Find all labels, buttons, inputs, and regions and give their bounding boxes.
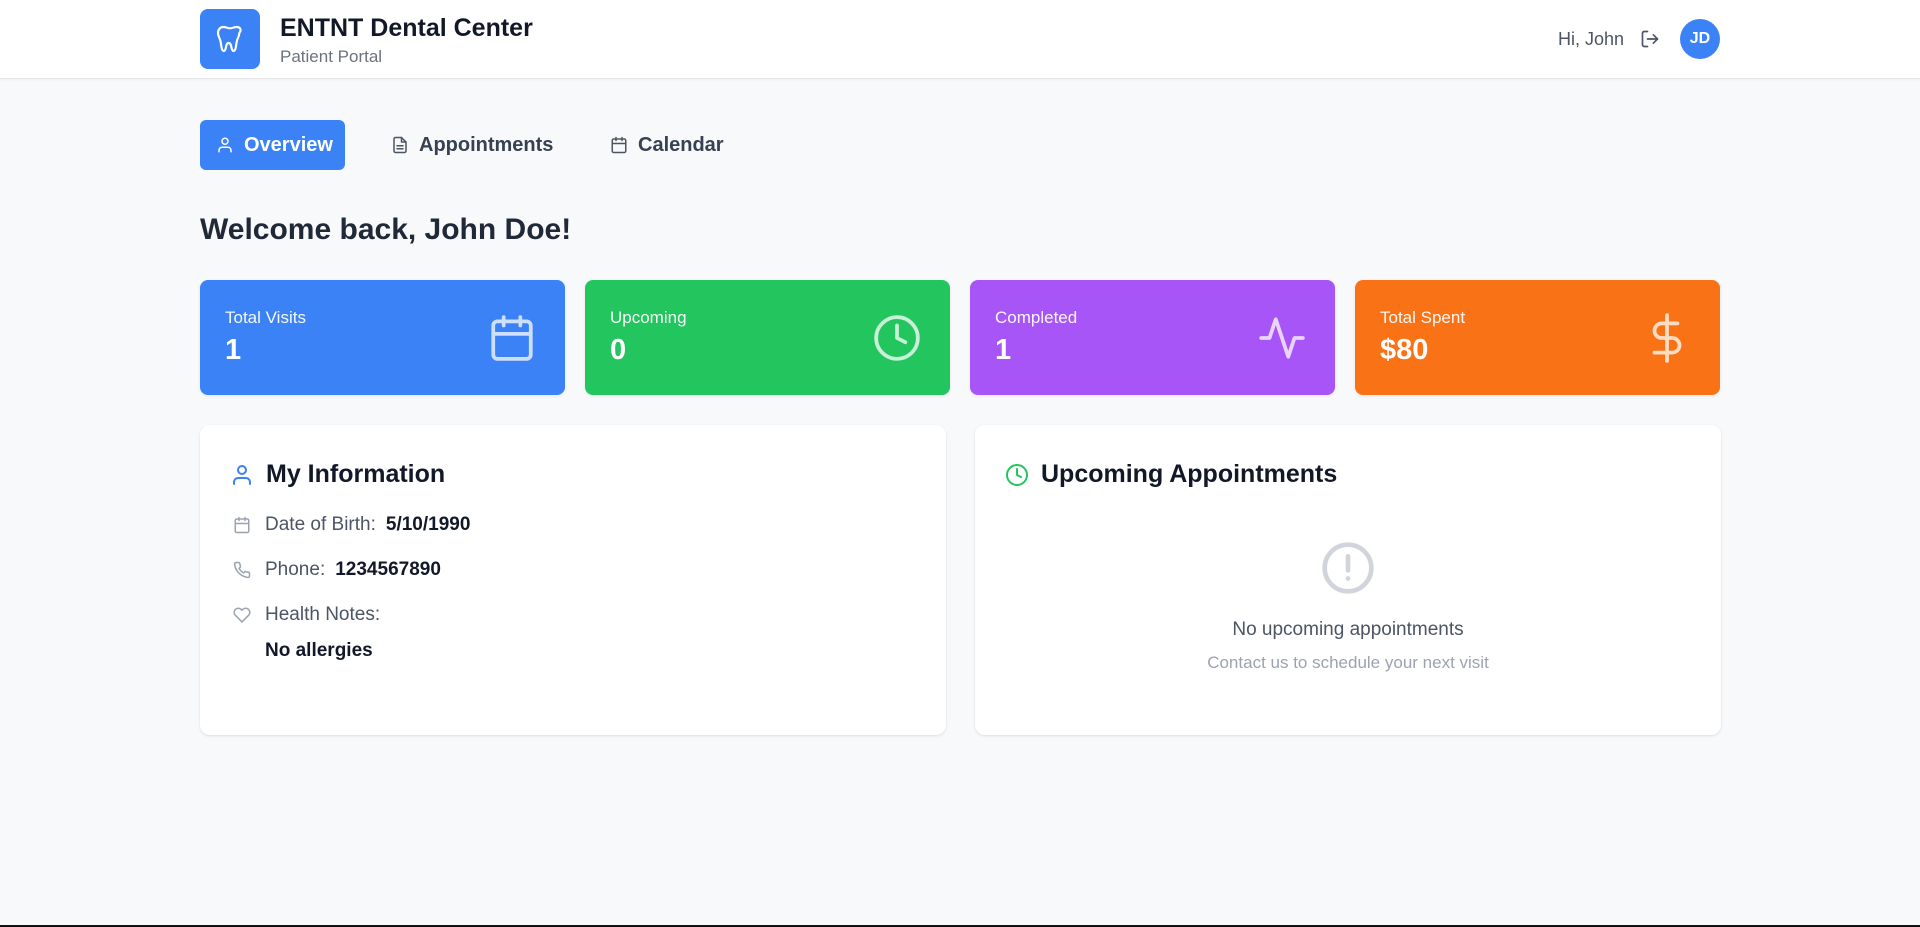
stat-label: Total Visits xyxy=(225,308,306,327)
dob-label: Date of Birth: xyxy=(265,514,376,535)
logout-icon xyxy=(1641,30,1659,48)
stat-label: Upcoming xyxy=(610,308,687,327)
tooth-icon xyxy=(216,25,242,53)
stat-card-total-spent: Total Spent $80 xyxy=(1355,280,1720,395)
stat-card-upcoming: Upcoming 0 xyxy=(585,280,950,395)
empty-state-title: No upcoming appointments xyxy=(1232,619,1464,640)
phone-row: Phone: 1234567890 xyxy=(230,558,441,582)
phone-icon xyxy=(230,558,254,582)
my-information-card: My Information Date of Birth: 5/10/1990 … xyxy=(200,425,946,735)
clock-icon xyxy=(1006,463,1028,486)
logo xyxy=(200,9,260,69)
user-greeting: Hi, John xyxy=(1558,29,1625,49)
phone-value: 1234567890 xyxy=(335,559,441,580)
phone-label: Phone: xyxy=(265,559,326,580)
calendar-icon xyxy=(230,513,254,537)
dollar-icon xyxy=(1652,313,1682,363)
user-icon xyxy=(233,464,251,485)
clock-icon xyxy=(874,315,920,361)
stat-card-total-visits: Total Visits 1 xyxy=(200,280,565,395)
tab-overview[interactable]: Overview xyxy=(200,120,345,170)
stat-label: Completed xyxy=(995,308,1078,327)
stat-value: 1 xyxy=(225,334,242,366)
page-title: Welcome back, John Doe! xyxy=(200,213,572,246)
stat-label: Total Spent xyxy=(1380,308,1466,327)
document-icon xyxy=(393,136,407,154)
calendar-icon xyxy=(611,136,627,154)
dob-row: Date of Birth: 5/10/1990 xyxy=(230,513,470,537)
stat-value: 1 xyxy=(995,334,1012,366)
alert-circle-icon xyxy=(1322,542,1374,594)
health-notes-label: Health Notes: xyxy=(265,604,381,625)
stat-card-completed: Completed 1 xyxy=(970,280,1335,395)
dob-value: 5/10/1990 xyxy=(385,514,471,535)
heart-icon xyxy=(230,603,254,627)
health-notes-value: No allergies xyxy=(265,640,373,661)
health-notes-row: Health Notes: xyxy=(230,603,390,627)
tab-appointments-label: Appointments xyxy=(419,133,554,156)
logout-button[interactable] xyxy=(1638,27,1662,51)
calendar-icon xyxy=(491,315,533,361)
tab-appointments[interactable]: Appointments xyxy=(375,120,569,170)
tab-calendar-label: Calendar xyxy=(638,133,724,156)
upcoming-appointments-card: Upcoming Appointments No upcoming appoin… xyxy=(975,425,1721,735)
avatar[interactable]: JD xyxy=(1680,19,1720,59)
card-title: My Information xyxy=(230,460,445,489)
card-title-text: My Information xyxy=(266,460,446,488)
empty-state-subtitle: Contact us to schedule your next visit xyxy=(1207,653,1489,672)
card-title: Upcoming Appointments xyxy=(1005,460,1337,489)
card-title-text: Upcoming Appointments xyxy=(1041,460,1338,488)
stat-value: 0 xyxy=(610,334,627,366)
stat-value: $80 xyxy=(1380,334,1429,366)
brand-title: ENTNT Dental Center xyxy=(280,14,533,42)
activity-icon xyxy=(1259,317,1305,359)
brand-subtitle: Patient Portal xyxy=(280,47,383,66)
tab-overview-label: Overview xyxy=(244,133,333,156)
top-header: ENTNT Dental Center Patient Portal Hi, J… xyxy=(0,0,1920,79)
tab-calendar[interactable]: Calendar xyxy=(594,120,740,170)
user-icon xyxy=(218,137,232,153)
